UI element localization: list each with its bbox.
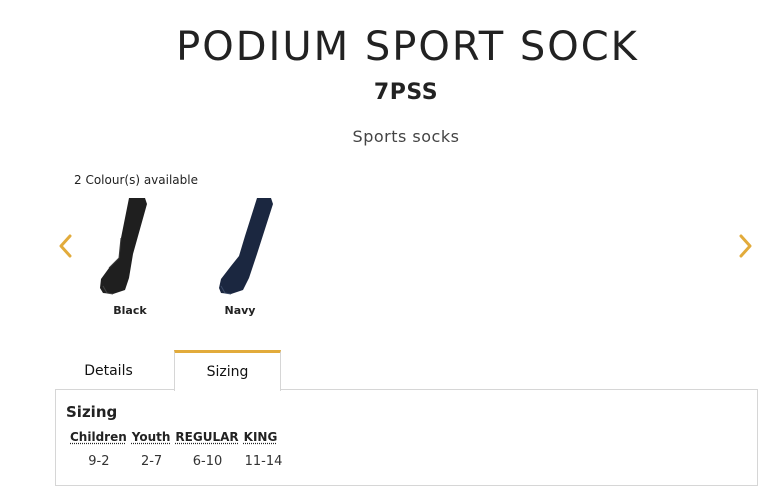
carousel-prev-button[interactable] bbox=[56, 232, 76, 260]
size-header-king: KING bbox=[243, 430, 278, 444]
sizing-heading: Sizing bbox=[66, 403, 118, 421]
chevron-right-icon bbox=[739, 234, 752, 258]
product-code: 7PSS bbox=[373, 80, 439, 105]
colour-swatch-black[interactable]: Black bbox=[85, 194, 175, 319]
size-value-youth: 2-7 bbox=[140, 454, 163, 469]
product-title: PODIUM SPORT SOCK bbox=[176, 24, 639, 70]
sizing-panel: Sizing Children Youth REGULAR KING 9-2 2… bbox=[55, 389, 758, 486]
colour-label-navy: Navy bbox=[224, 304, 256, 317]
sock-black-image bbox=[100, 198, 147, 295]
size-header-youth: Youth bbox=[131, 430, 171, 444]
colour-count-label: 2 Colour(s) available bbox=[74, 173, 198, 187]
size-value-king: 11-14 bbox=[244, 454, 283, 469]
product-tabs: Details Sizing bbox=[55, 350, 759, 391]
sizing-table: Children Youth REGULAR KING 9-2 2-7 6-10… bbox=[70, 430, 287, 470]
chevron-left-icon bbox=[59, 234, 72, 258]
tab-details[interactable]: Details bbox=[55, 350, 162, 390]
colour-label-black: Black bbox=[113, 304, 147, 317]
size-header-children: Children bbox=[70, 430, 127, 444]
tab-sizing[interactable]: Sizing bbox=[174, 350, 281, 391]
size-value-children: 9-2 bbox=[88, 454, 110, 469]
carousel-next-button[interactable] bbox=[735, 232, 755, 260]
size-value-regular: 6-10 bbox=[192, 454, 223, 469]
product-subtitle: Sports socks bbox=[352, 127, 460, 146]
sock-navy-image bbox=[219, 198, 273, 295]
size-header-regular: REGULAR bbox=[175, 430, 239, 444]
colour-swatch-navy[interactable]: Navy bbox=[195, 194, 285, 319]
